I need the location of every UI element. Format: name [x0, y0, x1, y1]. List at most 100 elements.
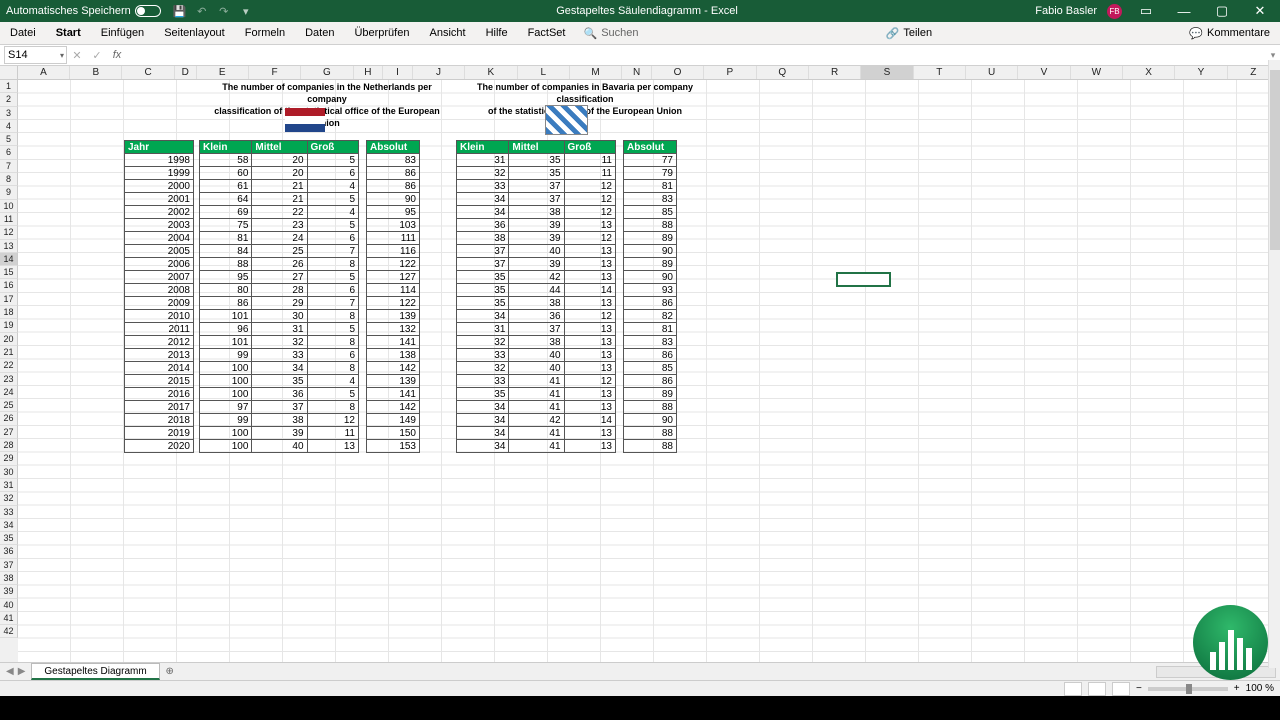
column-headers[interactable]: ABCDEFGHIJKLMNOPQRSTUVWXYZ	[0, 66, 1280, 80]
column-header[interactable]: P	[704, 66, 756, 79]
row-header[interactable]: 2	[0, 93, 18, 106]
formula-input[interactable]	[127, 46, 1266, 64]
row-header[interactable]: 15	[0, 266, 18, 279]
column-header[interactable]: V	[1018, 66, 1070, 79]
tab-ueberpruefen[interactable]: Überprüfen	[344, 22, 419, 44]
column-header[interactable]: F	[249, 66, 301, 79]
row-header[interactable]: 21	[0, 346, 18, 359]
row-header[interactable]: 31	[0, 479, 18, 492]
row-header[interactable]: 35	[0, 532, 18, 545]
row-header[interactable]: 30	[0, 466, 18, 479]
name-box[interactable]: S14	[4, 46, 67, 64]
tab-datei[interactable]: Datei	[0, 22, 46, 44]
row-header[interactable]: 40	[0, 599, 18, 612]
row-header[interactable]: 24	[0, 386, 18, 399]
row-header[interactable]: 42	[0, 625, 18, 638]
expand-formula-bar-icon[interactable]: ▾	[1266, 50, 1280, 61]
column-header[interactable]: R	[809, 66, 861, 79]
minimize-button[interactable]: —	[1170, 4, 1198, 19]
tab-formeln[interactable]: Formeln	[235, 22, 295, 44]
worksheet-grid[interactable]: ABCDEFGHIJKLMNOPQRSTUVWXYZ 1234567891011…	[0, 66, 1280, 662]
column-header[interactable]: U	[966, 66, 1018, 79]
tab-hilfe[interactable]: Hilfe	[476, 22, 518, 44]
row-header[interactable]: 38	[0, 572, 18, 585]
save-icon[interactable]: 💾	[173, 4, 187, 18]
column-header[interactable]: J	[413, 66, 465, 79]
redo-icon[interactable]: ↷	[217, 4, 231, 18]
zoom-out-button[interactable]: −	[1136, 683, 1142, 694]
row-header[interactable]: 17	[0, 293, 18, 306]
column-header[interactable]: N	[622, 66, 652, 79]
column-header[interactable]: A	[18, 66, 70, 79]
column-header[interactable]: C	[122, 66, 174, 79]
row-headers[interactable]: 1234567891011121314151617181920212223242…	[0, 80, 18, 662]
undo-icon[interactable]: ↶	[195, 4, 209, 18]
row-header[interactable]: 11	[0, 213, 18, 226]
column-header[interactable]: X	[1123, 66, 1175, 79]
tab-seitenlayout[interactable]: Seitenlayout	[154, 22, 235, 44]
column-header[interactable]: I	[383, 66, 413, 79]
row-header[interactable]: 3	[0, 107, 18, 120]
row-header[interactable]: 4	[0, 120, 18, 133]
row-header[interactable]: 29	[0, 452, 18, 465]
row-header[interactable]: 33	[0, 506, 18, 519]
row-header[interactable]: 22	[0, 359, 18, 372]
column-header[interactable]: D	[175, 66, 197, 79]
row-header[interactable]: 7	[0, 160, 18, 173]
tab-nav-next-icon[interactable]: ▶	[18, 666, 26, 677]
column-header[interactable]: E	[197, 66, 249, 79]
ribbon-mode-icon[interactable]: ▭	[1132, 3, 1160, 19]
comments-button[interactable]: 💬 Kommentare	[1179, 27, 1280, 40]
row-header[interactable]: 20	[0, 333, 18, 346]
row-header[interactable]: 36	[0, 545, 18, 558]
row-header[interactable]: 23	[0, 373, 18, 386]
row-header[interactable]: 19	[0, 319, 18, 332]
zoom-level[interactable]: 100 %	[1246, 683, 1274, 694]
view-normal-button[interactable]	[1064, 682, 1082, 696]
enter-formula-icon[interactable]: ✓	[87, 49, 107, 62]
row-header[interactable]: 26	[0, 412, 18, 425]
fx-icon[interactable]: fx	[107, 49, 127, 61]
tab-start[interactable]: Start	[46, 22, 91, 44]
row-header[interactable]: 14	[0, 253, 18, 266]
row-header[interactable]: 16	[0, 279, 18, 292]
row-header[interactable]: 9	[0, 186, 18, 199]
tab-ansicht[interactable]: Ansicht	[419, 22, 475, 44]
row-header[interactable]: 1	[0, 80, 18, 93]
row-header[interactable]: 5	[0, 133, 18, 146]
column-header[interactable]: L	[518, 66, 570, 79]
column-header[interactable]: Y	[1175, 66, 1227, 79]
cells-area[interactable]: The number of companies in the Netherlan…	[18, 80, 1280, 662]
column-header[interactable]: M	[570, 66, 622, 79]
column-header[interactable]: K	[465, 66, 517, 79]
tab-nav-prev-icon[interactable]: ◀	[6, 666, 14, 677]
zoom-slider[interactable]	[1148, 687, 1228, 691]
row-header[interactable]: 41	[0, 612, 18, 625]
select-all-corner[interactable]	[0, 66, 18, 79]
column-header[interactable]: Q	[757, 66, 809, 79]
view-page-break-button[interactable]	[1112, 682, 1130, 696]
tab-factset[interactable]: FactSet	[518, 22, 576, 44]
row-header[interactable]: 27	[0, 426, 18, 439]
row-header[interactable]: 28	[0, 439, 18, 452]
autosave-toggle[interactable]: Automatisches Speichern	[0, 5, 167, 17]
tab-einfuegen[interactable]: Einfügen	[91, 22, 154, 44]
row-header[interactable]: 34	[0, 519, 18, 532]
column-header[interactable]: G	[301, 66, 353, 79]
row-header[interactable]: 37	[0, 559, 18, 572]
column-header[interactable]: O	[652, 66, 704, 79]
search-box[interactable]: 🔍 Suchen	[583, 27, 638, 40]
column-header[interactable]: B	[70, 66, 122, 79]
row-header[interactable]: 39	[0, 585, 18, 598]
column-header[interactable]: S	[861, 66, 913, 79]
row-header[interactable]: 10	[0, 200, 18, 213]
cancel-formula-icon[interactable]: ✕	[67, 49, 87, 62]
row-header[interactable]: 18	[0, 306, 18, 319]
row-header[interactable]: 13	[0, 240, 18, 253]
row-header[interactable]: 32	[0, 492, 18, 505]
maximize-button[interactable]: ▢	[1208, 3, 1236, 19]
sheet-tab-active[interactable]: Gestapeltes Diagramm	[31, 663, 159, 680]
close-button[interactable]: ✕	[1246, 3, 1274, 19]
share-button[interactable]: 🔗 Teilen	[876, 27, 942, 40]
column-header[interactable]: W	[1071, 66, 1123, 79]
